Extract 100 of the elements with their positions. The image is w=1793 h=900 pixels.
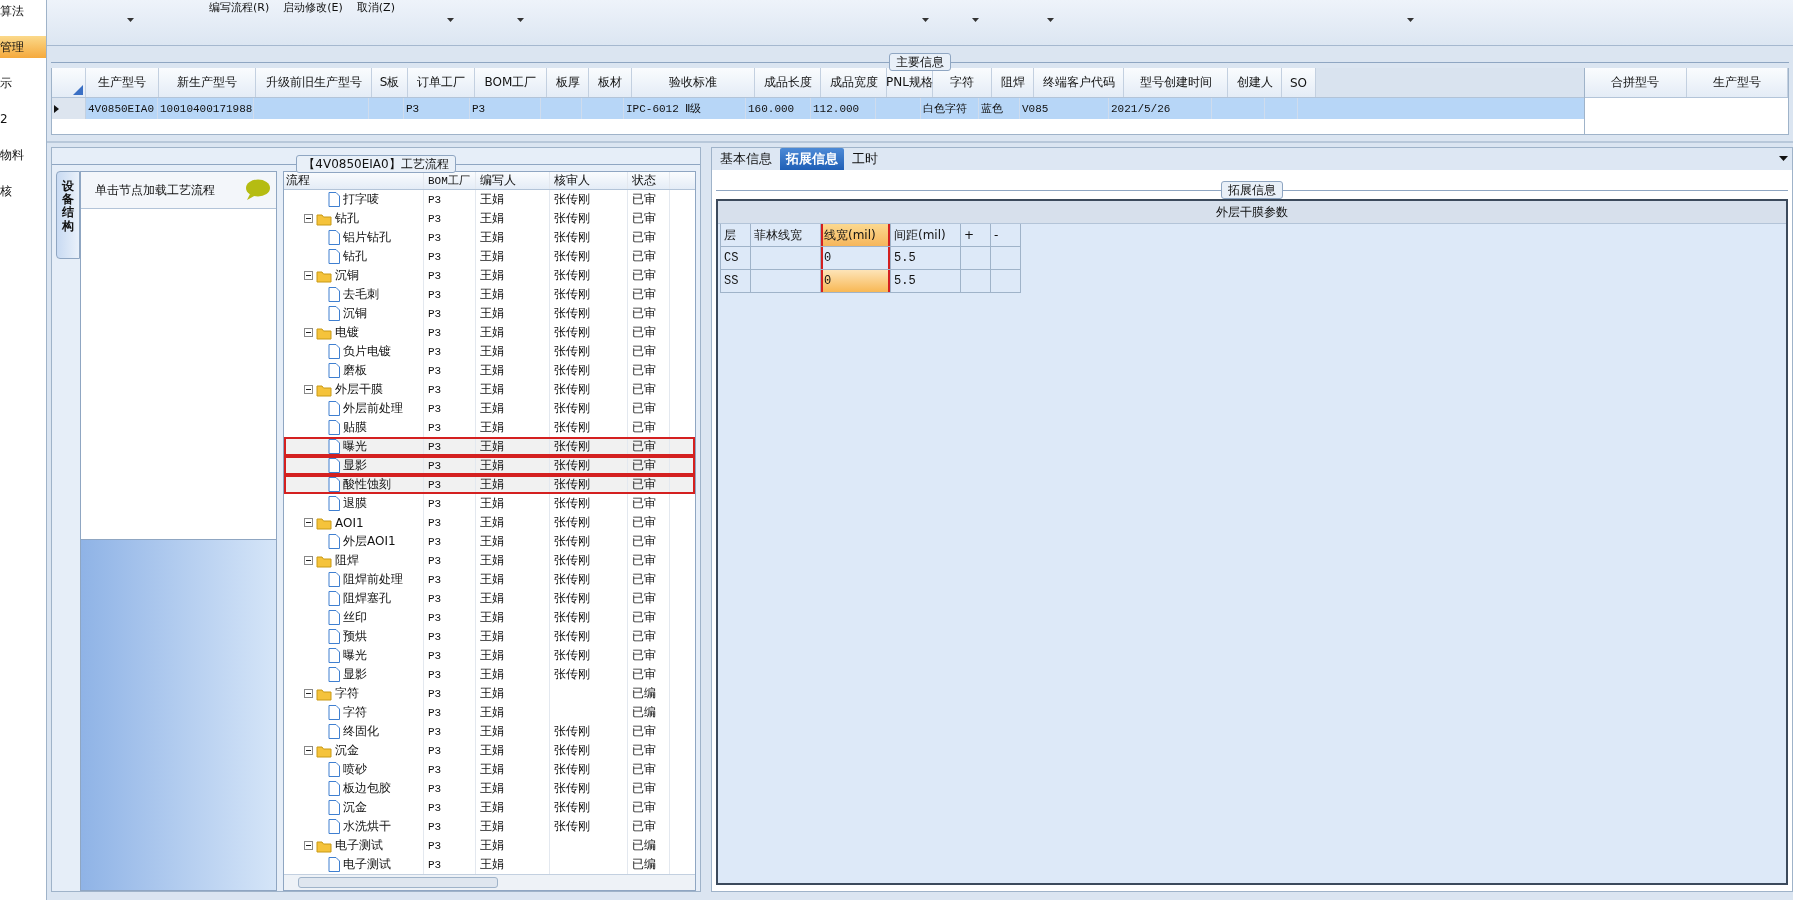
tree-item[interactable]: 打字唛: [343, 191, 379, 208]
table-row[interactable]: 4V0850EIA0 10010400171988 P3 P3 IPC-6012 Ⅱ级 160.000 112.000 白色字符 蓝色 V085 2021/5/26: [52, 98, 1584, 120]
tree-item[interactable]: 酸性蚀刻: [343, 476, 391, 493]
tree-item[interactable]: 字符: [335, 685, 359, 702]
tree-item[interactable]: 沉金: [335, 742, 359, 759]
column-header[interactable]: 生产型号: [1686, 68, 1788, 98]
toolbar-command[interactable]: 启动修改(E): [283, 0, 343, 15]
tree-item[interactable]: 铝片钻孔: [343, 229, 391, 246]
tree-item[interactable]: 喷砂: [343, 761, 367, 778]
sidebar-item[interactable]: 2: [0, 108, 46, 130]
caret-icon[interactable]: [922, 18, 929, 22]
tree-item[interactable]: 水洗烘干: [343, 818, 391, 835]
tree-item[interactable]: 电镀: [335, 324, 359, 341]
tree-item[interactable]: 负片电镀: [343, 343, 391, 360]
collapse-icon[interactable]: [304, 385, 313, 394]
column-header[interactable]: 验收标准: [632, 68, 755, 98]
column-header[interactable]: 生产型号: [86, 68, 159, 98]
collapse-icon[interactable]: [304, 214, 313, 223]
column-header[interactable]: 状态: [628, 172, 670, 189]
tree-item[interactable]: 磨板: [343, 362, 367, 379]
tree-item[interactable]: 钻孔: [343, 248, 367, 265]
collapse-icon[interactable]: [304, 689, 313, 698]
collapse-icon[interactable]: [304, 271, 313, 280]
column-header[interactable]: BOM工厂: [424, 172, 476, 189]
column-header[interactable]: 间距(mil): [891, 224, 961, 246]
collapse-icon[interactable]: [304, 556, 313, 565]
toolbar-command[interactable]: 编写流程(R): [209, 0, 270, 15]
tree-item[interactable]: 贴膜: [343, 419, 367, 436]
tree-item[interactable]: 沉铜: [335, 267, 359, 284]
vertical-tab[interactable]: 设备结构: [56, 171, 80, 259]
table-cell-text: 蓝色: [981, 102, 1003, 117]
collapse-icon[interactable]: [304, 841, 313, 850]
caret-icon[interactable]: [517, 18, 524, 22]
tree-item[interactable]: 丝印: [343, 609, 367, 626]
caret-icon[interactable]: [972, 18, 979, 22]
column-header[interactable]: 编写人: [476, 172, 550, 189]
tab[interactable]: 基本信息: [714, 148, 778, 170]
tree-item[interactable]: 终固化: [343, 723, 379, 740]
tree-item[interactable]: 电子测试: [343, 856, 391, 873]
column-header[interactable]: 终端客户代码: [1034, 68, 1124, 98]
tree-item[interactable]: 沉铜: [343, 305, 367, 322]
tree-item[interactable]: 字符: [343, 704, 367, 721]
tree-item[interactable]: 阻焊前处理: [343, 571, 403, 588]
column-header[interactable]: 流程: [284, 172, 424, 189]
column-header[interactable]: 核审人: [550, 172, 628, 189]
sidebar-item[interactable]: 核: [0, 180, 46, 202]
column-header[interactable]: PNL规格: [887, 68, 933, 98]
tree-item[interactable]: 预烘: [343, 628, 367, 645]
tree-item[interactable]: AOI1: [335, 515, 364, 530]
sidebar-item[interactable]: 管理: [0, 36, 46, 58]
table-cell: 张传刚: [554, 571, 590, 588]
tree-item[interactable]: 阻焊: [335, 552, 359, 569]
tree-item[interactable]: 外层AOI1: [343, 533, 396, 550]
tree-item[interactable]: 外层干膜: [335, 381, 383, 398]
caret-icon[interactable]: [127, 18, 134, 22]
tree-item[interactable]: 曝光: [343, 438, 367, 455]
column-header[interactable]: 阻焊: [992, 68, 1034, 98]
tree-item[interactable]: 沉金: [343, 799, 367, 816]
caret-icon[interactable]: [1047, 18, 1054, 22]
column-header[interactable]: 型号创建时间: [1124, 68, 1228, 98]
column-header[interactable]: 合拼型号: [1585, 68, 1687, 98]
column-header[interactable]: 线宽(mil): [821, 224, 891, 246]
tree-item[interactable]: 退膜: [343, 495, 367, 512]
column-header[interactable]: 层: [721, 224, 751, 246]
column-header[interactable]: +: [961, 224, 991, 246]
collapse-icon[interactable]: [304, 518, 313, 527]
collapse-icon[interactable]: [304, 328, 313, 337]
tree-item[interactable]: 去毛刺: [343, 286, 379, 303]
tree-item[interactable]: 阻焊塞孔: [343, 590, 391, 607]
column-header[interactable]: 板厚: [547, 68, 589, 98]
collapse-icon[interactable]: [304, 746, 313, 755]
caret-icon[interactable]: [1407, 18, 1414, 22]
column-header[interactable]: S板: [372, 68, 408, 98]
tree-item[interactable]: 电子测试: [335, 837, 383, 854]
tab[interactable]: 拓展信息: [780, 148, 844, 170]
tree-item[interactable]: 钻孔: [335, 210, 359, 227]
column-header[interactable]: 升级前旧生产型号: [256, 68, 372, 98]
sidebar-item[interactable]: 物料: [0, 144, 46, 166]
column-header[interactable]: 字符: [933, 68, 992, 98]
tree-item[interactable]: 板边包胶: [343, 780, 391, 797]
column-header[interactable]: 订单工厂: [408, 68, 475, 98]
tree-item[interactable]: 显影: [343, 666, 367, 683]
column-header[interactable]: 成品长度: [755, 68, 821, 98]
horizontal-scrollbar[interactable]: [284, 874, 695, 890]
column-header[interactable]: 成品宽度: [821, 68, 887, 98]
caret-icon[interactable]: [1779, 156, 1788, 161]
sidebar-item[interactable]: 示: [0, 72, 46, 94]
toolbar-command[interactable]: 取消(Z): [356, 0, 395, 15]
tree-item[interactable]: 外层前处理: [343, 400, 403, 417]
tab[interactable]: 工时: [846, 148, 884, 170]
column-header[interactable]: -: [991, 224, 1021, 246]
document-icon: [328, 496, 340, 511]
column-header[interactable]: 新生产型号: [159, 68, 256, 98]
tree-item[interactable]: 曝光: [343, 647, 367, 664]
column-header[interactable]: 板材: [589, 68, 632, 98]
column-header[interactable]: BOM工厂: [475, 68, 547, 98]
tree-item[interactable]: 显影: [343, 457, 367, 474]
caret-icon[interactable]: [447, 18, 454, 22]
sidebar-item[interactable]: 算法: [0, 0, 46, 22]
column-header[interactable]: 创建人: [1228, 68, 1282, 98]
